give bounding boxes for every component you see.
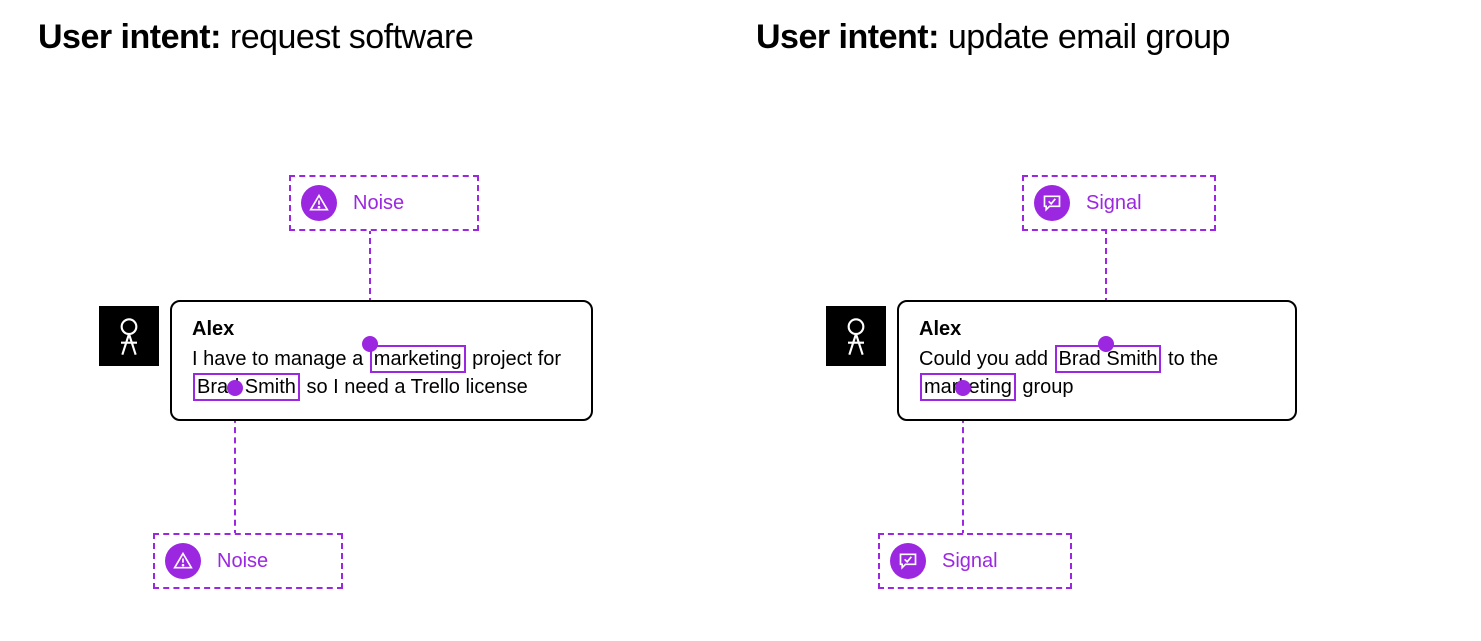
connector-dot-bottom-right <box>955 380 971 396</box>
tag-noise-bottom-label: Noise <box>217 550 268 573</box>
connector-dot-top-right <box>1098 336 1114 352</box>
tag-noise-top-label: Noise <box>353 192 404 215</box>
alert-icon <box>301 185 337 221</box>
heading-left-light: request software <box>230 18 473 56</box>
user-icon <box>113 316 145 356</box>
chat-check-icon <box>1034 185 1070 221</box>
user-icon <box>840 316 872 356</box>
heading-left: User intent: request software <box>38 18 473 57</box>
connector-dot-top-left <box>362 336 378 352</box>
msg-left-post: so I need a Trello license <box>301 376 528 398</box>
msg-right-pre: Could you add <box>919 348 1054 370</box>
heading-right: User intent: update email group <box>756 18 1230 57</box>
tag-signal-top: Signal <box>1022 175 1216 231</box>
msg-left-pre: I have to manage a <box>192 348 369 370</box>
tag-noise-bottom: Noise <box>153 533 343 589</box>
avatar-left <box>99 306 159 366</box>
avatar-right <box>826 306 886 366</box>
speaker-name-right: Alex <box>919 316 1275 343</box>
highlight-marketing-left: marketing <box>370 345 466 373</box>
msg-right-post: group <box>1017 376 1074 398</box>
chat-bubble-right: Alex Could you add Brad Smith to the mar… <box>897 300 1297 421</box>
tag-noise-top: Noise <box>289 175 479 231</box>
speaker-name-left: Alex <box>192 316 571 343</box>
heading-right-light: update email group <box>948 18 1230 56</box>
alert-icon <box>165 543 201 579</box>
chat-check-icon <box>890 543 926 579</box>
tag-signal-bottom: Signal <box>878 533 1072 589</box>
msg-right-mid: to the <box>1162 348 1218 370</box>
tag-signal-top-label: Signal <box>1086 192 1142 215</box>
tag-signal-bottom-label: Signal <box>942 550 998 573</box>
message-left: I have to manage a marketing project for… <box>192 348 561 398</box>
chat-bubble-left: Alex I have to manage a marketing projec… <box>170 300 593 421</box>
heading-left-bold: User intent: <box>38 18 221 56</box>
highlight-bradsmith-left: Brad Smith <box>193 373 300 401</box>
msg-left-mid: project for <box>467 348 561 370</box>
heading-right-bold: User intent: <box>756 18 939 56</box>
connector-dot-bottom-left <box>227 380 243 396</box>
